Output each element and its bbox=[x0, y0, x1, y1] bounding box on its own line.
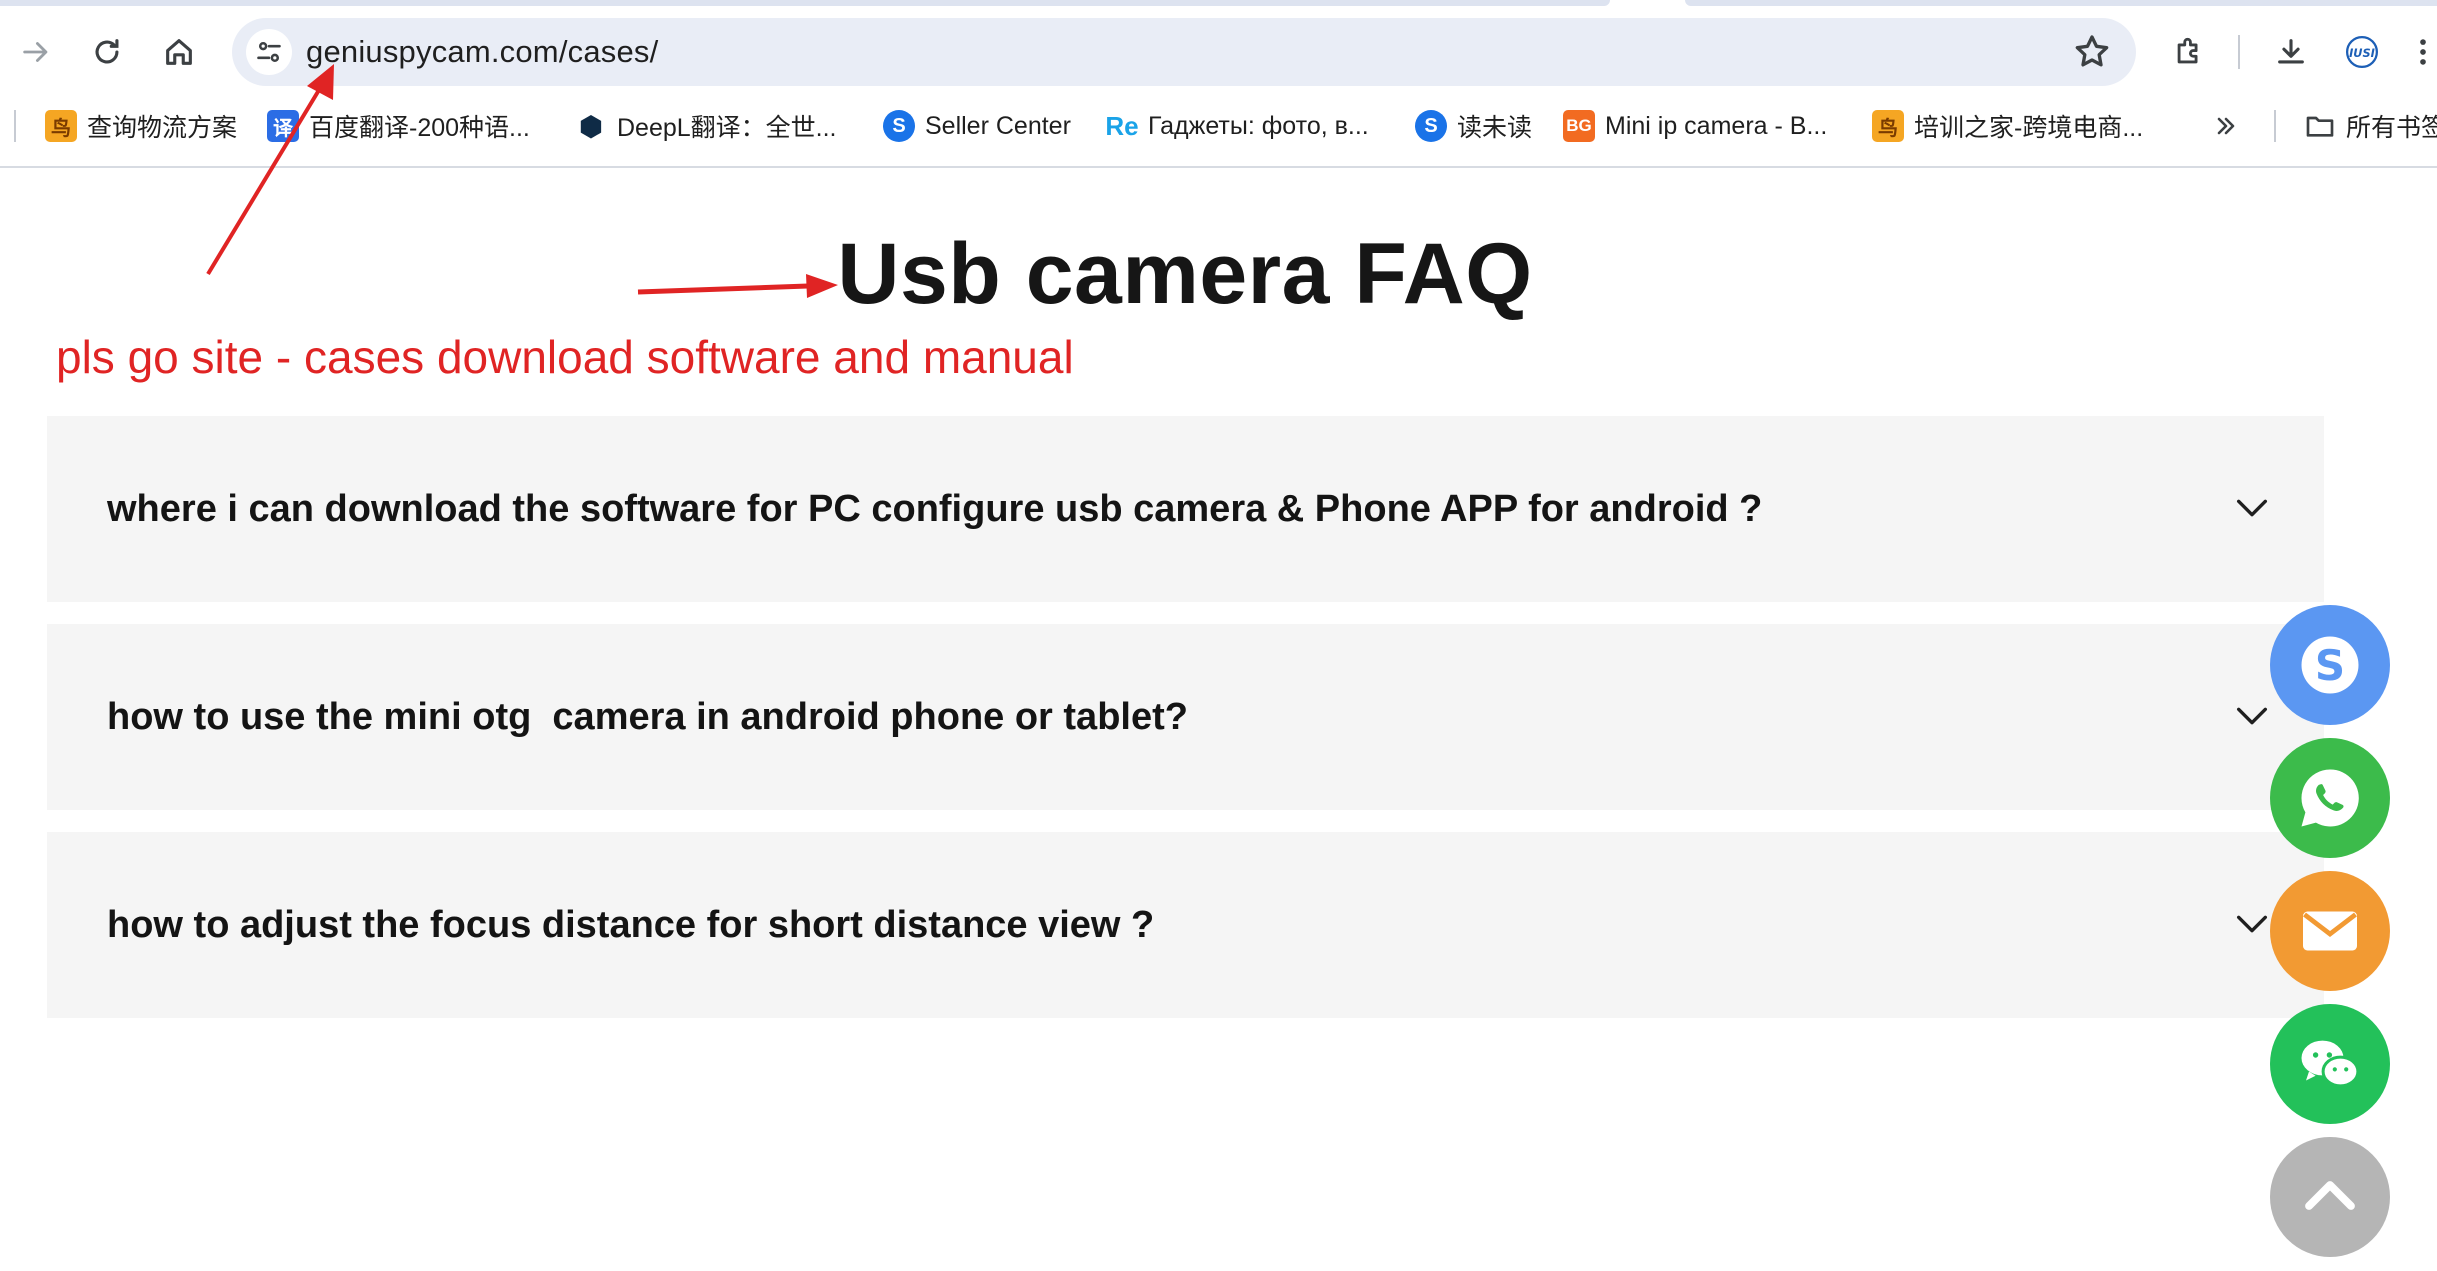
star-icon[interactable] bbox=[2072, 32, 2112, 72]
faq-question: where i can download the software for PC… bbox=[107, 488, 1763, 530]
bookmark-item[interactable]: ⬢ DeepL翻译：全世... bbox=[575, 106, 837, 146]
profile-avatar-icon[interactable]: IUSI bbox=[2338, 28, 2386, 76]
faq-question: how to adjust the focus distance for sho… bbox=[107, 904, 1155, 946]
annotation-note: pls go site - cases download software an… bbox=[56, 331, 1074, 383]
bookmark-item[interactable]: Re Гаджеты: фото, в... bbox=[1105, 106, 1369, 146]
faq-item[interactable]: where i can download the software for PC… bbox=[47, 416, 2324, 602]
reader-favicon: S bbox=[1415, 110, 1447, 142]
download-icon[interactable] bbox=[2267, 28, 2315, 76]
chevron-double-right-icon bbox=[2217, 117, 2235, 135]
faq-list: where i can download the software for PC… bbox=[47, 416, 2324, 1040]
bookmark-divider bbox=[14, 110, 16, 142]
chevron-down-icon[interactable] bbox=[2232, 696, 2272, 736]
address-bar[interactable]: geniuspycam.com/cases/ bbox=[232, 18, 2136, 86]
chevron-down-icon[interactable] bbox=[2232, 488, 2272, 528]
chevron-up-icon bbox=[2305, 1181, 2355, 1210]
re-favicon: Re bbox=[1105, 110, 1139, 141]
bookmark-label: 培训之家-跨境电商... bbox=[1914, 114, 2144, 142]
bookmarks-bar: 鸟 查询物流方案 译 百度翻译-200种语... ⬢ DeepL翻译：全世...… bbox=[0, 98, 2437, 156]
email-button[interactable] bbox=[2270, 871, 2390, 991]
seller-center-favicon: S bbox=[883, 110, 915, 142]
bookmark-item[interactable]: S 读未读 bbox=[1415, 106, 1532, 146]
bookmark-label: Seller Center bbox=[925, 111, 1071, 140]
bird-favicon: 鸟 bbox=[45, 110, 77, 142]
wechat-icon bbox=[2301, 1040, 2360, 1088]
faq-question: how to use the mini otg camera in androi… bbox=[107, 696, 1188, 738]
whatsapp-icon bbox=[2301, 769, 2359, 827]
bookmark-label: 查询物流方案 bbox=[87, 114, 238, 142]
svg-text:IUSI: IUSI bbox=[2349, 46, 2375, 60]
tune-icon[interactable] bbox=[246, 29, 292, 75]
bookmark-item[interactable]: 鸟 查询物流方案 bbox=[45, 106, 237, 146]
bookmark-label: DeepL翻译：全世... bbox=[617, 114, 837, 142]
deepl-favicon: ⬢ bbox=[578, 110, 604, 142]
faq-item[interactable]: how to adjust the focus distance for sho… bbox=[47, 832, 2324, 1018]
bg-favicon: BG bbox=[1563, 110, 1595, 142]
baidu-translate-favicon: 译 bbox=[267, 110, 299, 142]
url-text[interactable]: geniuspycam.com/cases/ bbox=[306, 18, 658, 86]
bookmarks-overflow-button[interactable] bbox=[2212, 106, 2240, 146]
bookmark-item[interactable]: S Seller Center bbox=[883, 106, 1071, 146]
bookmark-divider bbox=[2274, 110, 2276, 142]
all-bookmarks-label: 所有书签 bbox=[2346, 114, 2437, 142]
back-to-top-button[interactable] bbox=[2270, 1137, 2390, 1257]
bookmark-item[interactable]: 译 百度翻译-200种语... bbox=[267, 106, 530, 146]
bookmark-label: 百度翻译-200种语... bbox=[309, 114, 530, 142]
page-title: Usb camera FAQ bbox=[837, 226, 1533, 322]
skype-button[interactable]: S bbox=[2270, 605, 2390, 725]
whatsapp-button[interactable] bbox=[2270, 738, 2390, 858]
toolbar-divider bbox=[2238, 35, 2240, 69]
svg-text:S: S bbox=[2315, 641, 2345, 690]
chrome-divider bbox=[0, 166, 2437, 168]
bird-favicon: 鸟 bbox=[1872, 110, 1904, 142]
bookmark-label: 读未读 bbox=[1457, 114, 1533, 142]
folder-icon bbox=[2306, 116, 2334, 137]
home-icon[interactable] bbox=[155, 28, 203, 76]
wechat-button[interactable] bbox=[2270, 1004, 2390, 1124]
envelope-icon bbox=[2303, 911, 2357, 951]
skype-icon: S bbox=[2301, 636, 2359, 694]
puzzle-icon[interactable] bbox=[2165, 28, 2213, 76]
reload-icon[interactable] bbox=[83, 28, 131, 76]
chevron-down-icon[interactable] bbox=[2232, 904, 2272, 944]
bookmark-item[interactable]: 鸟 培训之家-跨境电商... bbox=[1872, 106, 2143, 146]
all-bookmarks-button[interactable]: 所有书签 bbox=[2304, 106, 2437, 146]
bookmark-item[interactable]: BG Mini ip camera - B... bbox=[1563, 106, 1827, 146]
bookmark-label: Гаджеты: фото, в... bbox=[1148, 111, 1369, 140]
more-vert-icon[interactable] bbox=[2408, 28, 2437, 76]
bookmark-label: Mini ip camera - B... bbox=[1605, 111, 1828, 140]
browser-toolbar: geniuspycam.com/cases/ IUSI bbox=[0, 6, 2437, 98]
faq-item[interactable]: how to use the mini otg camera in androi… bbox=[47, 624, 2324, 810]
arrow-right-icon[interactable] bbox=[12, 28, 60, 76]
